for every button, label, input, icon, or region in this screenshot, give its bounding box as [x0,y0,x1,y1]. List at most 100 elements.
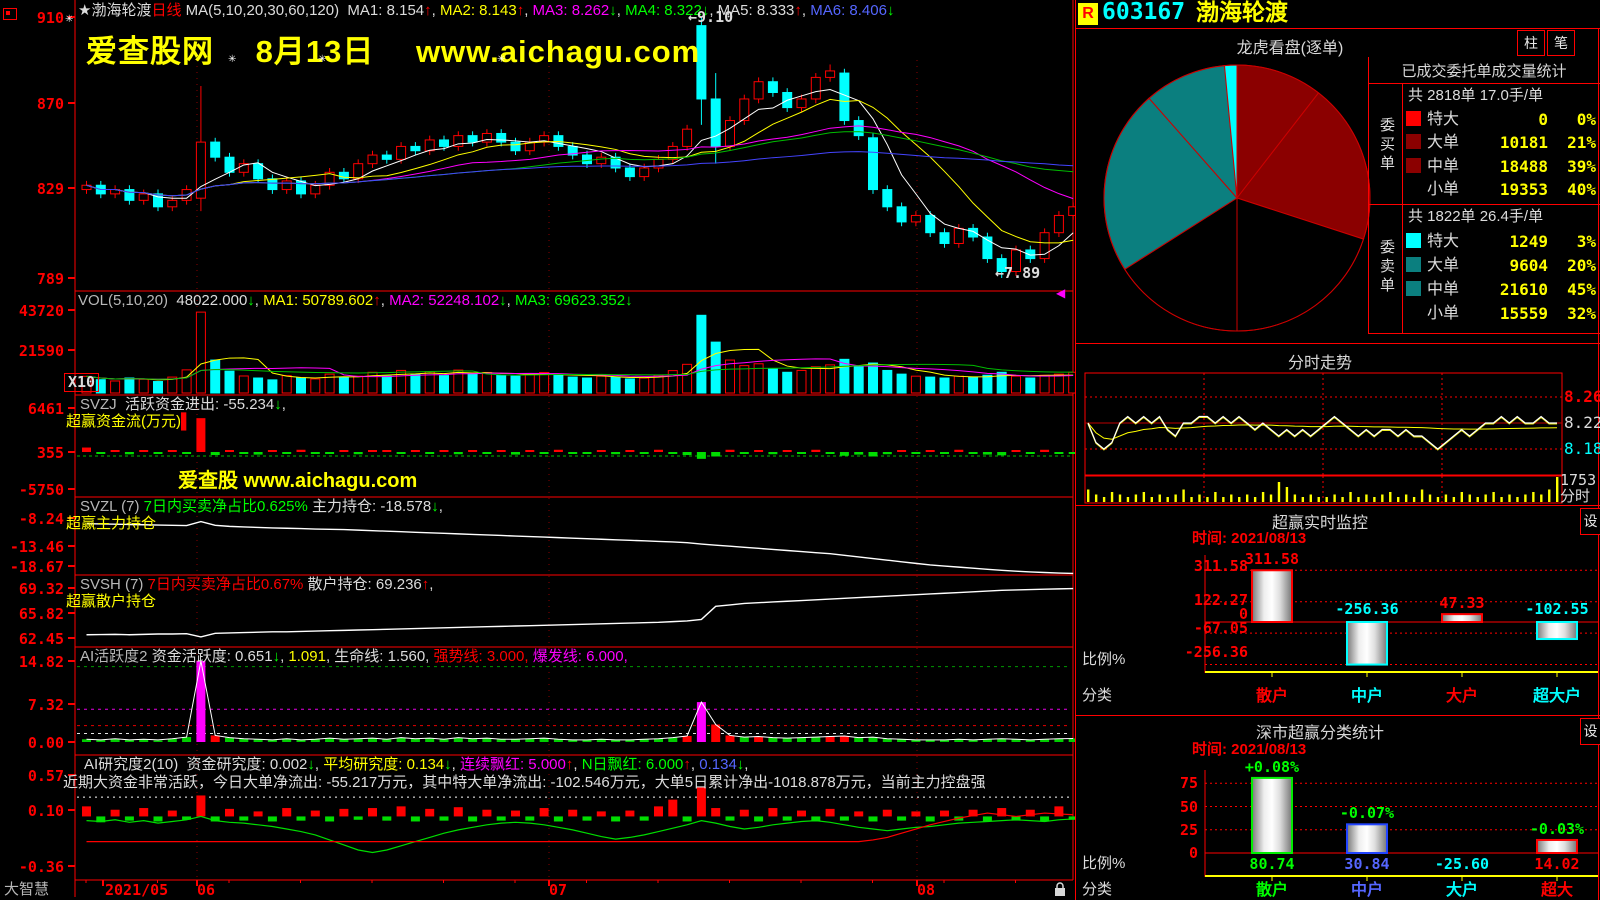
header-segment: , [691,756,699,773]
app-brand: 大智慧 [4,882,49,899]
header-segment: , [439,498,443,515]
monitor-bar-value: -256.36 [1322,601,1412,618]
header-segment: ↓ [609,2,617,19]
order-size-name: 大单 [1427,257,1459,274]
order-volume-value: 19353 [1500,181,1548,199]
ai-research-description: 近期大资金非常活跃，今日大单净流出: -55.217万元，其中特大单净流出: -… [63,775,986,792]
lock-icon [1053,881,1067,897]
timeline-month: 2021/05 [105,882,168,899]
table-row: 中单2161045% [1406,281,1598,299]
monitor-category: 大户 [1422,688,1502,706]
monitor-bar-value: -102.55 [1512,601,1600,618]
low-price-annotation: ←7.89 [995,265,1040,282]
header-segment: MA3: 8.262 [533,2,610,19]
svzl-header: SVZL (7) 7日内买卖净占比0.625% 主力持仓: -18.578↓, [80,499,443,516]
header-segment: 主力持仓: -18.578 [308,498,431,515]
app-window: { "header": { "main_segments": [ {"t":"★… [0,0,1600,900]
fenshi-vol-label: 1753 [1560,472,1596,489]
header-segment: 日线 [151,2,181,19]
watermark-site-small: 爱查股 www.aichagu.com [178,464,417,493]
intraday-chart [1080,343,1600,508]
ai-activity-header: AI活跃度2 资金活跃度: 0.651↓, 1.091, 生命线: 1.560,… [80,649,628,666]
header-segment: 平均研究度: 0.134 [323,756,444,773]
header-segment: ↓ [444,756,452,773]
shenshi-axis-label: 0 [1150,845,1198,862]
header-segment: , [744,756,748,773]
header-segment: 资金活跃度: 0.651 [152,648,273,665]
header-segment: , [381,292,389,309]
order-volume-pct: 45% [1567,281,1596,299]
header-segment: ↓ [273,648,281,665]
header-segment: , [315,756,323,773]
header-segment: ↓ [625,292,633,309]
timeline-month: 08 [917,882,935,899]
svzl-axis: -8.24 [2,511,64,528]
monitor-bar-value: 47.33 [1417,595,1507,612]
header-segment: SVZL (7) [80,498,144,515]
pen-mode-button[interactable]: 笔 [1547,30,1575,56]
shenshi-category: 中户 [1327,882,1407,900]
header-segment: MA6: 8.406 [810,2,887,19]
ai2-axis: -0.36 [2,859,64,876]
header-segment: , [617,2,625,19]
header-segment: ↑ [794,2,802,19]
header-segment: 0.134 [699,756,737,773]
header-segment: 7日内买卖净占比0.67% [148,576,304,593]
header-segment: MA2: 8.143 [440,2,517,19]
scroll-left-marker[interactable]: ◀ [1056,287,1065,300]
watermark-site: 爱查股网 8月13日 www.aichagu.com [86,26,700,71]
table-grid-line [1402,83,1403,333]
order-volume-value: 15559 [1500,305,1548,323]
shenshi-bar-pct: -0.03% [1512,821,1600,838]
shenshi-axis-label: 75 [1150,775,1198,792]
main-price-axis: 910 [2,10,64,27]
header-segment: 超赢散户持仓 [66,593,156,610]
svzl-subtitle: 超赢主力持仓 [66,516,156,533]
svsh-axis: 62.45 [2,631,64,648]
table-row: 特大00% [1406,111,1598,129]
header-segment: , [802,2,810,19]
order-volume-pct: 3% [1577,233,1596,251]
section-line [1075,28,1600,29]
order-size-swatch [1406,233,1421,248]
monitor-bar-value: 311.58 [1227,551,1317,568]
header-segment: AI活跃度2 [80,648,152,665]
main-price-axis: 789 [2,271,64,288]
volume-scale-label: X10 [64,373,99,392]
monitor-axis-label: -256.36 [1150,644,1248,661]
bar-mode-button[interactable]: 柱 [1517,30,1545,56]
header-segment: , [452,756,460,773]
header-segment: ▌ [181,413,192,430]
monitor-axis-label: -67.05 [1150,620,1248,637]
main-chart-header: ★渤海轮渡日线 MA(5,10,20,30,60,120) MA1: 8.154… [78,3,894,20]
fenshi-mid-label: 8.22 [1564,414,1600,432]
main-price-axis: 870 [2,96,64,113]
svsh-axis: 65.82 [2,606,64,623]
header-segment: 资金研究度: 0.002 [187,756,308,773]
svsh-axis: 69.32 [2,581,64,598]
header-segment: , [432,2,440,19]
shenshi-value: 80.74 [1227,856,1317,873]
svsh-header: SVSH (7) 7日内买卖净占比0.67% 散户持仓: 69.236↑, [80,577,433,594]
stock-name: 渤海轮渡 [1196,0,1288,25]
header-segment: ↓ [307,756,315,773]
order-size-swatch [1406,257,1421,272]
order-size-swatch [1406,181,1421,196]
header-segment: 强势线: 3.000, [434,648,533,665]
sparkle-icon: ✳ [228,54,236,65]
shenshi-value: -25.60 [1417,856,1507,873]
monitor-category: 散户 [1232,688,1312,706]
order-group-total: 共 1822单 26.4手/单 [1408,209,1543,226]
order-volume-value: 21610 [1500,281,1548,299]
header-segment: , [282,396,286,413]
header-segment: , [429,576,433,593]
header-segment: 连续飘红: 5.000 [460,756,566,773]
fenshi-high-label: 8.26 [1564,388,1600,406]
ai1-axis: 0.00 [2,735,64,752]
table-grid-line [1368,333,1600,334]
header-segment: 活跃资金进出: -55.234 [125,396,274,413]
table-row: 特大12493% [1406,233,1598,251]
ai2-axis: 0.57 [2,768,64,785]
realtime-badge: R [1078,3,1098,25]
header-segment: MA(5,10,20,30,60,120) [181,2,347,19]
